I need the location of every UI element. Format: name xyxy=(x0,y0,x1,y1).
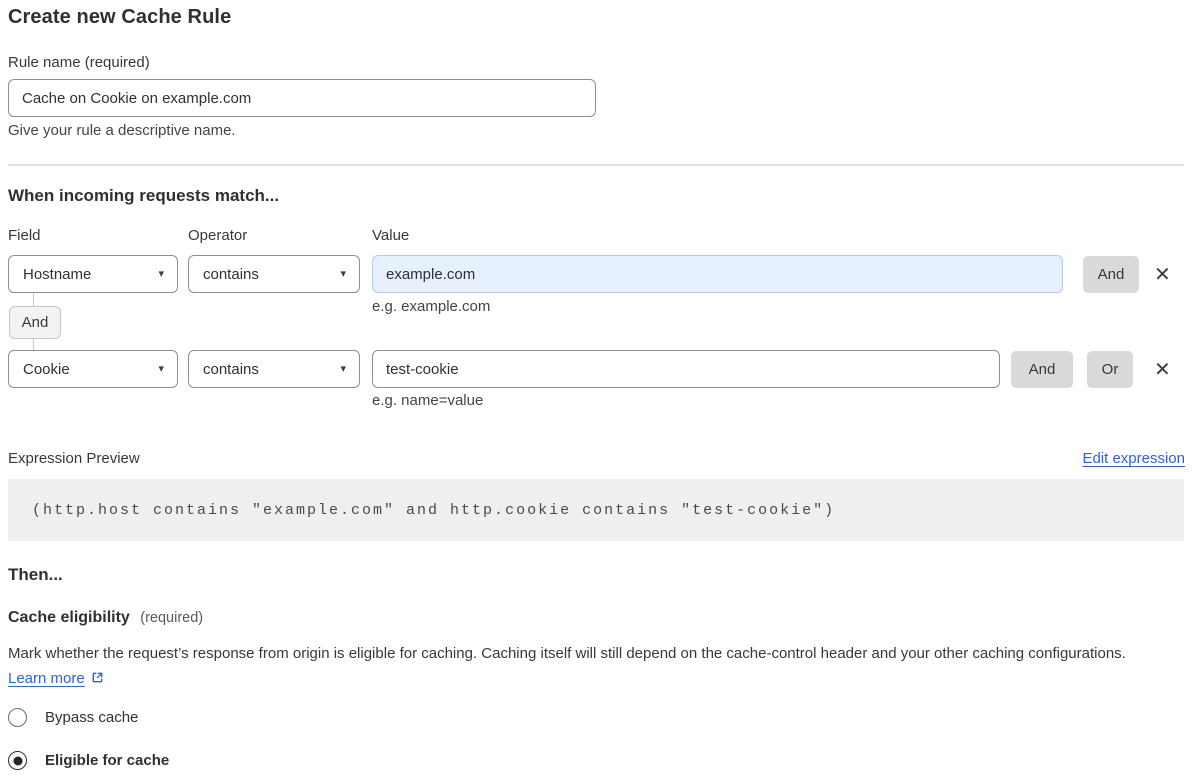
section-divider xyxy=(8,164,1184,166)
cache-eligibility-description: Mark whether the request’s response from… xyxy=(8,642,1158,693)
radio-option-bypass-cache[interactable]: Bypass cache xyxy=(8,708,138,727)
cache-eligibility-heading-row: Cache eligibility (required) xyxy=(8,609,203,627)
description-text: Mark whether the request’s response from… xyxy=(8,645,1126,662)
match-heading: When incoming requests match... xyxy=(8,186,279,206)
field-select-row2[interactable]: Cookie ▾ xyxy=(8,350,178,388)
cache-eligibility-heading: Cache eligibility xyxy=(8,609,130,626)
value-input-row2[interactable] xyxy=(372,350,1000,388)
learn-more-link[interactable]: Learn more xyxy=(8,670,85,687)
operator-select-row2-value: contains xyxy=(203,361,259,378)
radio-label: Eligible for cache xyxy=(45,752,169,769)
operator-select-row2[interactable]: contains ▾ xyxy=(188,350,360,388)
radio-icon[interactable] xyxy=(8,751,27,770)
required-note: (required) xyxy=(140,610,203,626)
chevron-down-icon: ▾ xyxy=(340,362,346,375)
operator-select-row1[interactable]: contains ▾ xyxy=(188,255,360,293)
chevron-down-icon: ▾ xyxy=(158,267,164,280)
external-link-icon xyxy=(90,669,105,694)
value-hint-row2: e.g. name=value xyxy=(372,392,483,409)
radio-option-eligible-for-cache[interactable]: Eligible for cache xyxy=(8,751,169,770)
rule-name-help: Give your rule a descriptive name. xyxy=(8,122,236,139)
page-title: Create new Cache Rule xyxy=(8,6,231,29)
value-hint-row1: e.g. example.com xyxy=(372,298,490,315)
operator-column-label: Operator xyxy=(188,227,247,244)
expression-preview-label: Expression Preview xyxy=(8,450,140,467)
edit-expression-link[interactable]: Edit expression xyxy=(1082,450,1185,467)
remove-condition-row1-icon[interactable]: ✕ xyxy=(1154,264,1171,284)
remove-condition-row2-icon[interactable]: ✕ xyxy=(1154,359,1171,379)
chevron-down-icon: ▾ xyxy=(340,267,346,280)
field-select-row1-value: Hostname xyxy=(23,266,91,283)
expression-code-block: (http.host contains "example.com" and ht… xyxy=(8,479,1184,541)
or-button-row2[interactable]: Or xyxy=(1087,351,1133,388)
field-select-row2-value: Cookie xyxy=(23,361,70,378)
radio-label: Bypass cache xyxy=(45,709,138,726)
value-input-row1[interactable] xyxy=(372,255,1063,293)
radio-icon[interactable] xyxy=(8,708,27,727)
value-column-label: Value xyxy=(372,227,409,244)
then-heading: Then... xyxy=(8,565,63,585)
field-select-row1[interactable]: Hostname ▾ xyxy=(8,255,178,293)
rule-name-input[interactable] xyxy=(8,79,596,117)
operator-select-row1-value: contains xyxy=(203,266,259,283)
rule-name-label: Rule name (required) xyxy=(8,54,150,71)
expression-code: (http.host contains "example.com" and ht… xyxy=(32,502,835,519)
field-column-label: Field xyxy=(8,227,41,244)
and-button-row1[interactable]: And xyxy=(1083,256,1139,293)
chevron-down-icon: ▾ xyxy=(158,362,164,375)
connector-and-button[interactable]: And xyxy=(9,306,61,339)
and-button-row2[interactable]: And xyxy=(1011,351,1073,388)
